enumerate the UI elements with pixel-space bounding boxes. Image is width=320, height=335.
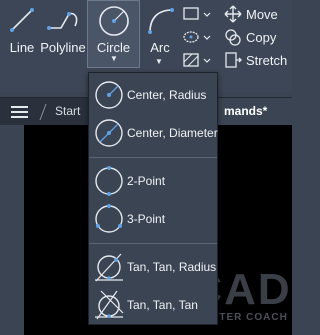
menu-item-3-point[interactable]: 3-Point xyxy=(89,201,217,237)
hamburger-menu-icon[interactable] xyxy=(10,104,30,120)
tab-separator-icon xyxy=(39,103,47,121)
arc-icon xyxy=(148,8,174,34)
center-radius-icon xyxy=(95,81,123,109)
polyline-button[interactable]: Polyline xyxy=(40,6,86,55)
polyline-label: Polyline xyxy=(40,40,86,55)
tan-tan-radius-icon xyxy=(95,253,123,282)
menu-item-label: Center, Radius xyxy=(127,88,207,102)
rectangle-icon[interactable] xyxy=(182,6,212,22)
tab-start[interactable]: Start xyxy=(55,104,80,118)
menu-item-tan-tan-tan[interactable]: Tan, Tan, Tan xyxy=(89,287,217,323)
stretch-button[interactable]: Stretch xyxy=(224,51,287,69)
circle-dropdown-caret-icon: ▼ xyxy=(110,54,118,63)
stretch-icon xyxy=(225,52,242,68)
copy-label: Copy xyxy=(246,29,277,45)
menu-separator xyxy=(89,243,217,244)
copy-button[interactable]: Copy xyxy=(224,28,276,46)
arc-button[interactable]: Arc xyxy=(143,6,177,55)
menu-item-tan-tan-radius[interactable]: Tan, Tan, Radius xyxy=(89,249,217,285)
arc-label: Arc xyxy=(150,40,170,55)
menu-item-label: Tan, Tan, Radius xyxy=(127,260,217,274)
menu-item-label: Tan, Tan, Tan xyxy=(127,298,198,312)
menu-item-label: 2-Point xyxy=(127,174,166,188)
line-label: Line xyxy=(9,40,35,55)
circle-dropdown-menu: Center, Radius Center, Diameter 2-Point … xyxy=(88,72,218,325)
move-label: Move xyxy=(246,6,278,22)
menu-item-2-point[interactable]: 2-Point xyxy=(89,163,217,199)
move-icon xyxy=(224,5,242,23)
menu-item-center-radius[interactable]: Center, Radius xyxy=(89,77,217,113)
move-button[interactable]: Move xyxy=(224,5,278,23)
center-diameter-icon xyxy=(95,119,123,147)
arc-dropdown-caret-icon: ▼ xyxy=(155,57,163,66)
tan-tan-tan-icon xyxy=(95,290,124,320)
ellipse-icon[interactable] xyxy=(182,29,212,45)
menu-item-center-diameter[interactable]: Center, Diameter xyxy=(89,115,218,151)
menu-item-label: 3-Point xyxy=(127,212,166,226)
menu-separator xyxy=(89,157,217,158)
circle-label: Circle xyxy=(96,40,131,55)
hatch-icon[interactable] xyxy=(182,52,212,68)
menu-item-label: Center, Diameter xyxy=(127,126,218,140)
polyline-icon xyxy=(47,12,78,30)
two-point-circle-icon xyxy=(95,166,123,196)
circle-icon xyxy=(99,6,129,36)
tab-active-label: mands* xyxy=(224,104,268,118)
copy-icon xyxy=(225,29,241,46)
line-icon xyxy=(10,8,34,32)
three-point-circle-icon xyxy=(95,204,123,233)
line-button[interactable]: Line xyxy=(4,6,40,55)
stretch-label: Stretch xyxy=(246,52,288,68)
tab-active-drawing[interactable]: mands* xyxy=(214,98,292,125)
